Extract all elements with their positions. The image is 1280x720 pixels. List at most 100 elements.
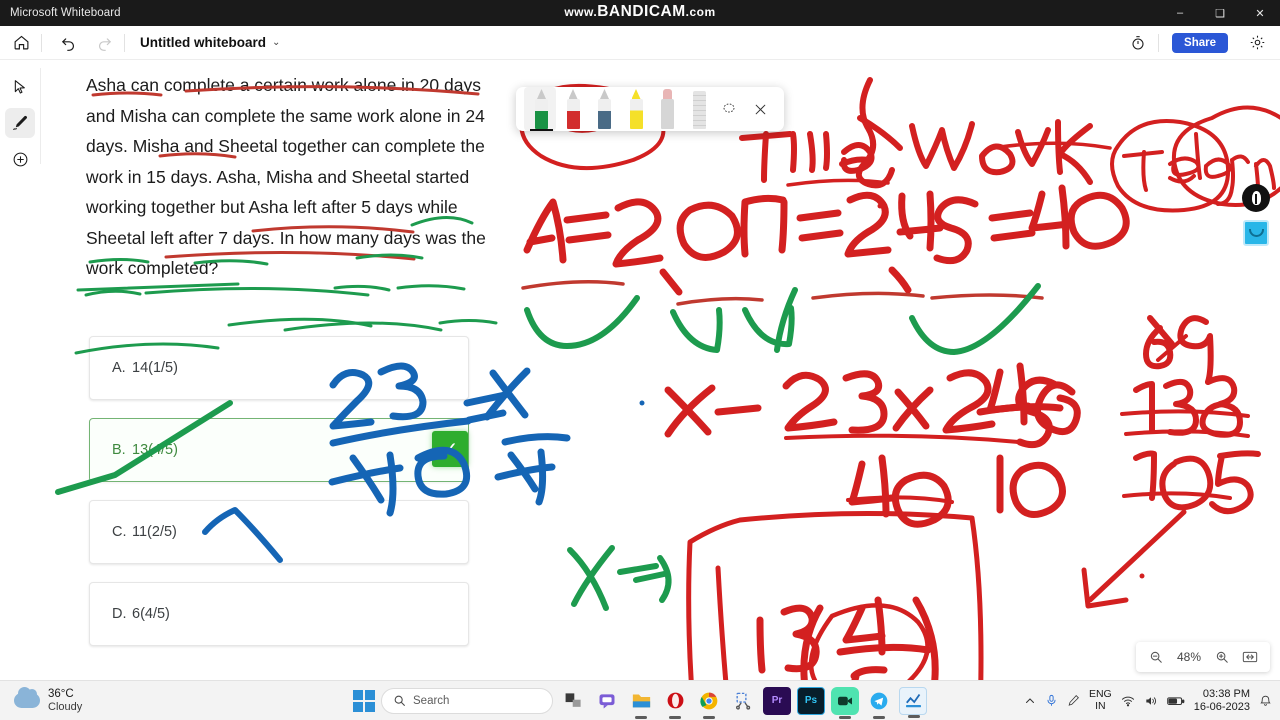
option-a-letter: A. (112, 360, 126, 376)
eraser-body-icon (661, 99, 674, 129)
wifi-icon[interactable] (1121, 694, 1135, 708)
premiere-pro-icon[interactable]: Pr (763, 686, 791, 715)
microphone-icon[interactable] (1045, 694, 1058, 707)
option-a-text: 14(1/5) (132, 360, 178, 376)
toolbar-divider-2 (124, 33, 125, 52)
pen-tray-icon[interactable] (1067, 694, 1080, 707)
close-button[interactable]: ✕ (1240, 0, 1280, 26)
cursor-icon[interactable] (5, 72, 35, 102)
option-d-letter: D. (112, 606, 127, 622)
ruler-body-icon (692, 91, 706, 129)
pen-cursor-inner-icon (1251, 191, 1261, 205)
share-button[interactable]: Share (1172, 32, 1228, 53)
lasso-select-icon[interactable] (713, 87, 745, 131)
window-titlebar: Microsoft Whiteboard www.BANDICAM.com – … (0, 0, 1280, 26)
blue-pen-nib-icon (600, 89, 609, 99)
correct-answer-check-icon: ✓ (432, 431, 468, 467)
task-view-icon[interactable] (559, 687, 587, 715)
toolbar-divider-3 (1158, 33, 1160, 52)
whiteboard-canvas[interactable]: Asha can complete a certain work alone i… (0, 60, 1280, 680)
options-list: A. 14(1/5) B. 13(4/5) ✓ C. 11(2/5) D. 6(… (89, 336, 469, 664)
taskbar-center-group: Search Pr Ps (353, 686, 927, 719)
file-explorer-icon[interactable] (627, 687, 655, 719)
yellow-highlighter-tool[interactable] (619, 87, 651, 131)
plus-circle-icon[interactable] (5, 144, 35, 174)
whiteboard-glyph (905, 693, 921, 708)
eraser-tool[interactable] (650, 87, 682, 131)
red-pen-nib-icon (568, 89, 578, 99)
volume-icon[interactable] (1144, 694, 1158, 708)
timer-icon[interactable] (1123, 28, 1153, 58)
fit-to-screen-icon[interactable] (1236, 643, 1264, 671)
weather-condition: Cloudy (48, 700, 83, 713)
app-toolbar: Untitled whiteboard ⌄ Share (0, 26, 1280, 60)
opera-icon[interactable] (661, 687, 689, 719)
chrome-glyph (700, 692, 718, 709)
minimize-button[interactable]: – (1160, 0, 1200, 26)
option-b-text: 13(4/5) (132, 442, 178, 458)
cloud-icon (14, 687, 40, 708)
search-input[interactable]: Search (381, 687, 553, 714)
undo-icon[interactable] (53, 28, 83, 58)
show-hidden-icons-icon[interactable] (1024, 695, 1036, 707)
search-placeholder: Search (413, 694, 450, 707)
option-b[interactable]: B. 13(4/5) ✓ (89, 418, 469, 482)
maximize-button[interactable]: ❑ (1200, 0, 1240, 26)
app-badge-smile-icon (1248, 229, 1264, 237)
ruler-tool[interactable] (682, 87, 714, 131)
toolbar-divider-1 (41, 33, 42, 52)
redo-icon[interactable] (89, 28, 119, 58)
telegram-icon[interactable] (865, 687, 893, 719)
photoshop-icon[interactable]: Ps (797, 686, 825, 715)
whiteboard-icon[interactable] (899, 686, 927, 718)
photoshop-label: Ps (804, 695, 818, 706)
clock-time: 03:38 PM (1202, 687, 1250, 700)
zoom-level: 48% (1176, 650, 1202, 664)
window-controls: – ❑ ✕ (1160, 0, 1280, 26)
bandicam-watermark: www.BANDICAM.com (0, 3, 1280, 21)
red-pen-body-icon (566, 99, 580, 129)
app-badge-icon[interactable] (1243, 220, 1269, 246)
zoom-in-icon[interactable] (1208, 643, 1236, 671)
folder-glyph (632, 694, 650, 708)
red-pen-tool[interactable] (556, 87, 588, 131)
windows-start-icon[interactable] (353, 689, 375, 712)
pen-toolbar[interactable] (516, 87, 784, 131)
option-a[interactable]: A. 14(1/5) (89, 336, 469, 400)
chat-icon[interactable] (593, 687, 621, 715)
snipping-tool-icon[interactable] (729, 687, 757, 715)
weather-widget[interactable]: 36°C Cloudy (0, 687, 82, 714)
chrome-icon[interactable] (695, 687, 723, 719)
notification-bell-icon[interactable] (1259, 694, 1272, 707)
close-icon[interactable] (745, 87, 777, 131)
zoom-controls[interactable]: 48% (1136, 642, 1270, 672)
recorder-icon[interactable] (831, 686, 859, 719)
watermark-main: BANDICAM (597, 3, 686, 20)
green-pen-tool[interactable] (524, 87, 556, 131)
chevron-down-icon[interactable]: ⌄ (272, 37, 280, 48)
premiere-pro-label: Pr (771, 695, 783, 706)
recorder-glyph (838, 696, 852, 705)
battery-icon[interactable] (1166, 695, 1185, 707)
option-c-text: 11(2/5) (132, 524, 177, 540)
whiteboard-app: Microsoft Whiteboard www.BANDICAM.com – … (0, 0, 1280, 720)
language-indicator[interactable]: ENG IN (1089, 688, 1112, 712)
pen-icon[interactable] (5, 108, 35, 138)
home-icon[interactable] (6, 28, 36, 58)
question-text: Asha can complete a certain work alone i… (86, 75, 486, 278)
option-d[interactable]: D. 6(4/5) (89, 582, 469, 646)
gear-icon[interactable] (1242, 28, 1272, 58)
language-line2: IN (1095, 699, 1106, 712)
option-d-text: 6(4/5) (132, 606, 170, 622)
telegram-glyph (870, 692, 888, 709)
option-c[interactable]: C. 11(2/5) (89, 500, 469, 564)
document-title[interactable]: Untitled whiteboard (140, 35, 266, 50)
clock[interactable]: 03:38 PM 16-06-2023 (1194, 688, 1250, 714)
watermark-suffix: .com (685, 5, 716, 19)
zoom-out-icon[interactable] (1142, 643, 1170, 671)
chat-glyph (599, 693, 615, 708)
search-icon (394, 695, 405, 706)
weather-text: 36°C Cloudy (48, 688, 82, 714)
green-pen-nib-icon (537, 89, 546, 99)
blue-pen-tool[interactable] (587, 87, 619, 131)
